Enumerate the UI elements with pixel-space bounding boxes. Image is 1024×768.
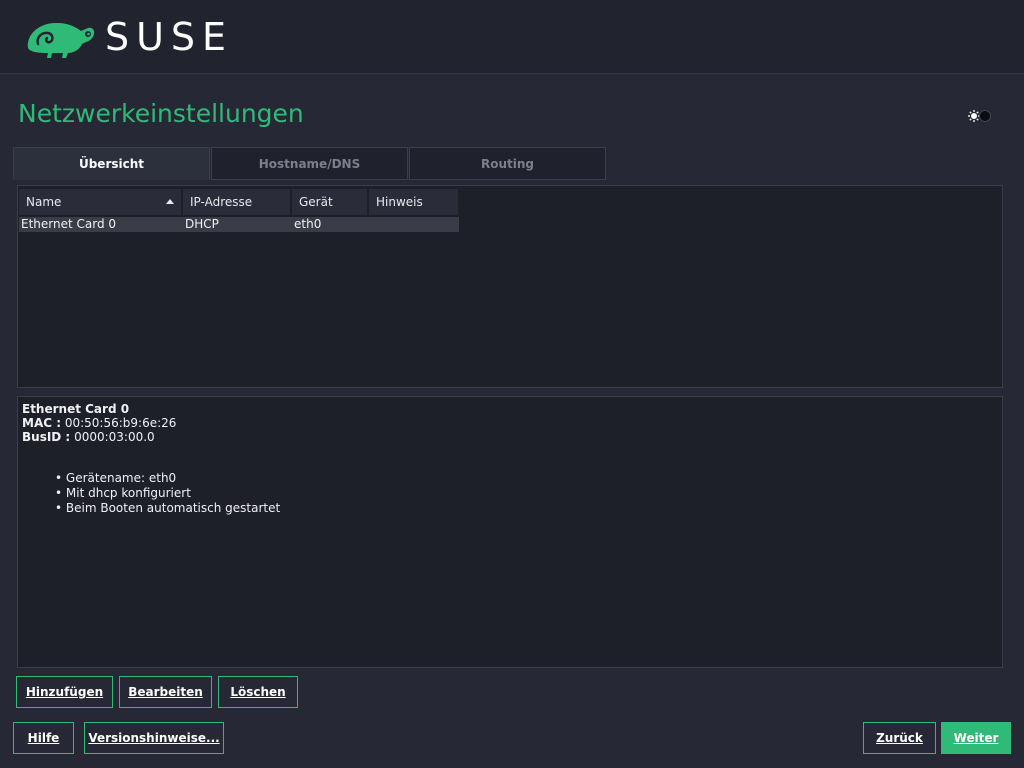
list-item-text: Beim Booten automatisch gestartet (65, 501, 281, 515)
next-button-label: Weiter (953, 731, 999, 745)
next-button[interactable]: Weiter (941, 722, 1011, 754)
list-item: • Mit dhcp konfiguriert (55, 486, 191, 500)
back-button-label: Zurück (876, 731, 923, 745)
delete-button-label: Löschen (230, 685, 286, 699)
column-header-device[interactable]: Gerät (292, 189, 367, 215)
app-header: SUSE (0, 0, 1024, 74)
tab-routing[interactable]: Routing (409, 147, 606, 180)
mac-value: 00:50:56:b9:6e:26 (64, 416, 177, 430)
table-row[interactable]: Ethernet Card 0 DHCP eth0 (19, 217, 459, 232)
delete-button[interactable]: Löschen (218, 676, 298, 708)
list-item-text: Gerätename: eth0 (65, 471, 177, 485)
list-item: • Gerätename: eth0 (55, 471, 177, 485)
edit-button[interactable]: Bearbeiten (119, 676, 212, 708)
column-header-note[interactable]: Hinweis (369, 189, 458, 215)
add-button[interactable]: Hinzufügen (16, 676, 113, 708)
cell-name: Ethernet Card 0 (21, 217, 117, 231)
details-busid: BusID : 0000:03:00.0 (22, 430, 155, 444)
tab-hostname-dns[interactable]: Hostname/DNS (211, 147, 408, 180)
cell-ip-address: DHCP (185, 217, 219, 231)
help-button[interactable]: Hilfe (13, 722, 74, 754)
back-button[interactable]: Zurück (863, 722, 936, 754)
details-pane: Ethernet Card 0 MAC : 00:50:56:b9:6e:26 … (17, 396, 1003, 668)
cell-device: eth0 (294, 217, 322, 231)
add-button-label: Hinzufügen (25, 685, 104, 699)
brand-wordmark: SUSE (105, 15, 234, 59)
release-notes-button-label: Versionshinweise... (88, 731, 220, 745)
list-item: • Beim Booten automatisch gestartet (55, 501, 281, 515)
page-title: Netzwerkeinstellungen (18, 99, 304, 128)
help-button-label: Hilfe (27, 731, 60, 745)
list-item-text: Mit dhcp konfiguriert (65, 486, 191, 500)
column-header-name[interactable]: Name (19, 189, 181, 215)
column-header-ip-address[interactable]: IP-Adresse (183, 189, 290, 215)
mac-label: MAC : (22, 416, 62, 430)
details-title: Ethernet Card 0 (22, 402, 130, 416)
release-notes-button[interactable]: Versionshinweise... (84, 722, 224, 754)
chameleon-icon (27, 22, 95, 58)
theme-toggle-icon[interactable] (964, 107, 992, 125)
busid-value: 0000:03:00.0 (74, 430, 155, 444)
interfaces-table: Name IP-Adresse Gerät Hinweis Ethernet C… (17, 185, 1003, 388)
tab-overview[interactable]: Übersicht (13, 147, 210, 180)
edit-button-label: Bearbeiten (128, 685, 203, 699)
column-header-label: Name (26, 195, 62, 209)
sort-ascending-icon (166, 199, 174, 204)
details-mac: MAC : 00:50:56:b9:6e:26 (22, 416, 176, 430)
busid-label: BusID : (22, 430, 71, 444)
